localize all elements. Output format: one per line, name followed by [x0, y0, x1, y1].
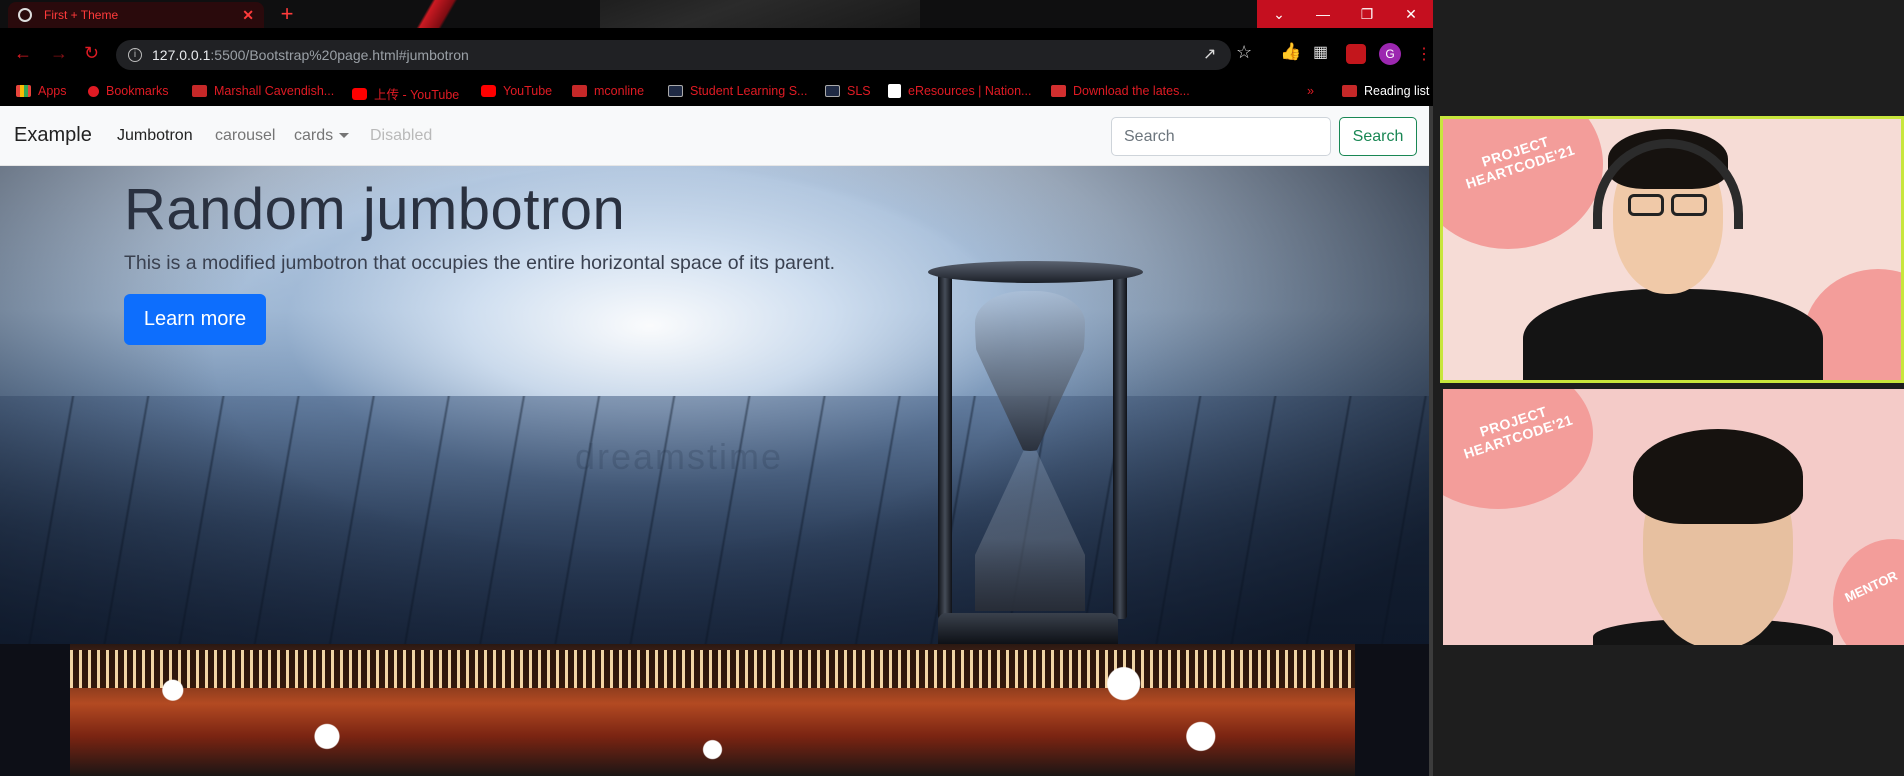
profile-avatar[interactable]: G	[1379, 43, 1401, 65]
new-tab-button[interactable]: +	[275, 3, 299, 25]
stock-watermark: dreamstime	[575, 436, 784, 477]
download-icon	[1051, 85, 1066, 97]
window-edge	[1429, 106, 1433, 776]
address-bar[interactable]: i 127.0.0.1:5500/Bootstrap%20page.html#j…	[116, 40, 1231, 70]
bookmark-bookmarks[interactable]: Bookmarks	[88, 84, 169, 98]
jumbotron-lead: This is a modified jumbotron that occupi…	[124, 252, 836, 274]
back-arrow-icon[interactable]: ←	[14, 43, 32, 64]
bookmark-label: Reading list	[1364, 84, 1430, 98]
youtube-icon	[352, 87, 367, 100]
forward-arrow-icon[interactable]: →	[50, 43, 68, 64]
nav-link-cards[interactable]: cards	[294, 127, 350, 145]
share-icon[interactable]: ↗	[1203, 44, 1216, 64]
caret-down-icon	[339, 133, 350, 139]
bookmark-sls[interactable]: SLS	[825, 84, 871, 98]
tab-search-chevron-icon[interactable]: ⌄	[1257, 0, 1301, 28]
bookmark-apps[interactable]: Apps	[16, 84, 67, 98]
apps-grid-icon	[16, 85, 31, 97]
reading-list[interactable]: Reading list	[1342, 84, 1429, 98]
reading-list-icon	[1342, 85, 1357, 97]
tab-title: First + Theme	[44, 8, 119, 22]
web-page: Example Jumbotron carousel cards Disable…	[0, 106, 1433, 776]
mc-logo-icon	[572, 85, 587, 97]
nlb-icon	[888, 84, 901, 98]
jumbotron-title: Random jumbotron	[124, 177, 626, 242]
overflow-chevron-icon: »	[1307, 84, 1314, 98]
carousel	[0, 644, 1429, 776]
bookmark-label: Marshall Cavendish...	[214, 84, 335, 98]
bookmark-label: SLS	[847, 84, 871, 98]
bookmark-label: eResources | Nation...	[908, 84, 1032, 98]
bookmark-label: Apps	[38, 84, 67, 98]
hourglass-image	[928, 261, 1143, 644]
carousel-image	[70, 644, 1355, 776]
youtube-icon	[481, 85, 496, 97]
close-window-button[interactable]: ✕	[1389, 0, 1433, 28]
reload-icon[interactable]: ↻	[84, 43, 99, 64]
menu-dots-icon[interactable]: ⋮	[1416, 44, 1432, 64]
video-tile-mentor[interactable]: PROJECT HEARTCODE'21 MENTOR	[1443, 389, 1904, 645]
bookmarks-bar: Apps Bookmarks Marshall Cavendish... 上传 …	[0, 78, 1433, 106]
bookmark-label: 上传 - YouTube	[374, 88, 460, 102]
bookmark-youtube[interactable]: YouTube	[481, 84, 552, 98]
globe-icon	[18, 8, 32, 22]
bookmark-marshall-cavendish[interactable]: Marshall Cavendish...	[192, 84, 334, 98]
site-info-icon[interactable]: i	[128, 48, 142, 62]
restore-button[interactable]: ❐	[1345, 0, 1389, 28]
search-button[interactable]: Search	[1339, 117, 1417, 156]
bookmark-student-learning-space[interactable]: Student Learning S...	[668, 84, 807, 98]
bookmark-download[interactable]: Download the lates...	[1051, 84, 1190, 98]
red-extension-icon[interactable]	[1346, 44, 1366, 64]
theme-decoration	[300, 0, 560, 28]
theme-decoration	[600, 0, 920, 28]
active-tab[interactable]: First + Theme ✕	[8, 2, 264, 28]
bookmark-label: Bookmarks	[106, 84, 169, 98]
search-input[interactable]	[1111, 117, 1331, 156]
bookmark-star-icon	[88, 85, 99, 97]
nav-link-carousel[interactable]: carousel	[215, 127, 275, 145]
learn-more-button[interactable]: Learn more	[124, 294, 266, 345]
navbar: Example Jumbotron carousel cards Disable…	[0, 106, 1433, 166]
bookmark-label: mconline	[594, 84, 645, 98]
tab-strip: First + Theme ✕ + ⌄ — ❐ ✕	[0, 0, 1433, 28]
grid-extension-icon[interactable]: ▦	[1313, 42, 1328, 62]
bookmarks-overflow[interactable]: »	[1307, 84, 1314, 98]
sls-icon	[668, 85, 683, 97]
jumbotron: dreamstime Random jumbotron This is a mo…	[0, 166, 1429, 644]
minimize-button[interactable]: —	[1301, 0, 1345, 28]
url-path: :5500/Bootstrap%20page.html#jumbotron	[210, 47, 469, 63]
bookmark-youtube-upload[interactable]: 上传 - YouTube	[352, 84, 459, 103]
bookmark-label: YouTube	[503, 84, 553, 98]
mc-logo-icon	[192, 85, 207, 97]
browser-window: First + Theme ✕ + ⌄ — ❐ ✕ ← → ↻ i 127.0.…	[0, 0, 1433, 776]
tab-close-icon[interactable]: ✕	[242, 7, 254, 24]
nav-link-disabled: Disabled	[370, 127, 433, 144]
bookmark-mconline[interactable]: mconline	[572, 84, 644, 98]
nav-link-cards-label: cards	[294, 127, 334, 144]
bookmark-label: Student Learning S...	[690, 84, 808, 98]
url-host: 127.0.0.1	[152, 47, 211, 63]
thumbs-up-extension-icon[interactable]: 👍	[1280, 42, 1301, 62]
video-tile-active-speaker[interactable]: PROJECT HEARTCODE'21	[1440, 116, 1904, 383]
bookmark-eresources[interactable]: eResources | Nation...	[888, 84, 1031, 98]
sls-icon	[825, 85, 840, 97]
navbar-brand[interactable]: Example	[14, 124, 92, 147]
nav-link-jumbotron[interactable]: Jumbotron	[117, 127, 193, 145]
bookmark-label: Download the lates...	[1073, 84, 1190, 98]
bookmark-star-icon[interactable]: ☆	[1236, 42, 1252, 63]
background-blob	[1443, 119, 1603, 249]
